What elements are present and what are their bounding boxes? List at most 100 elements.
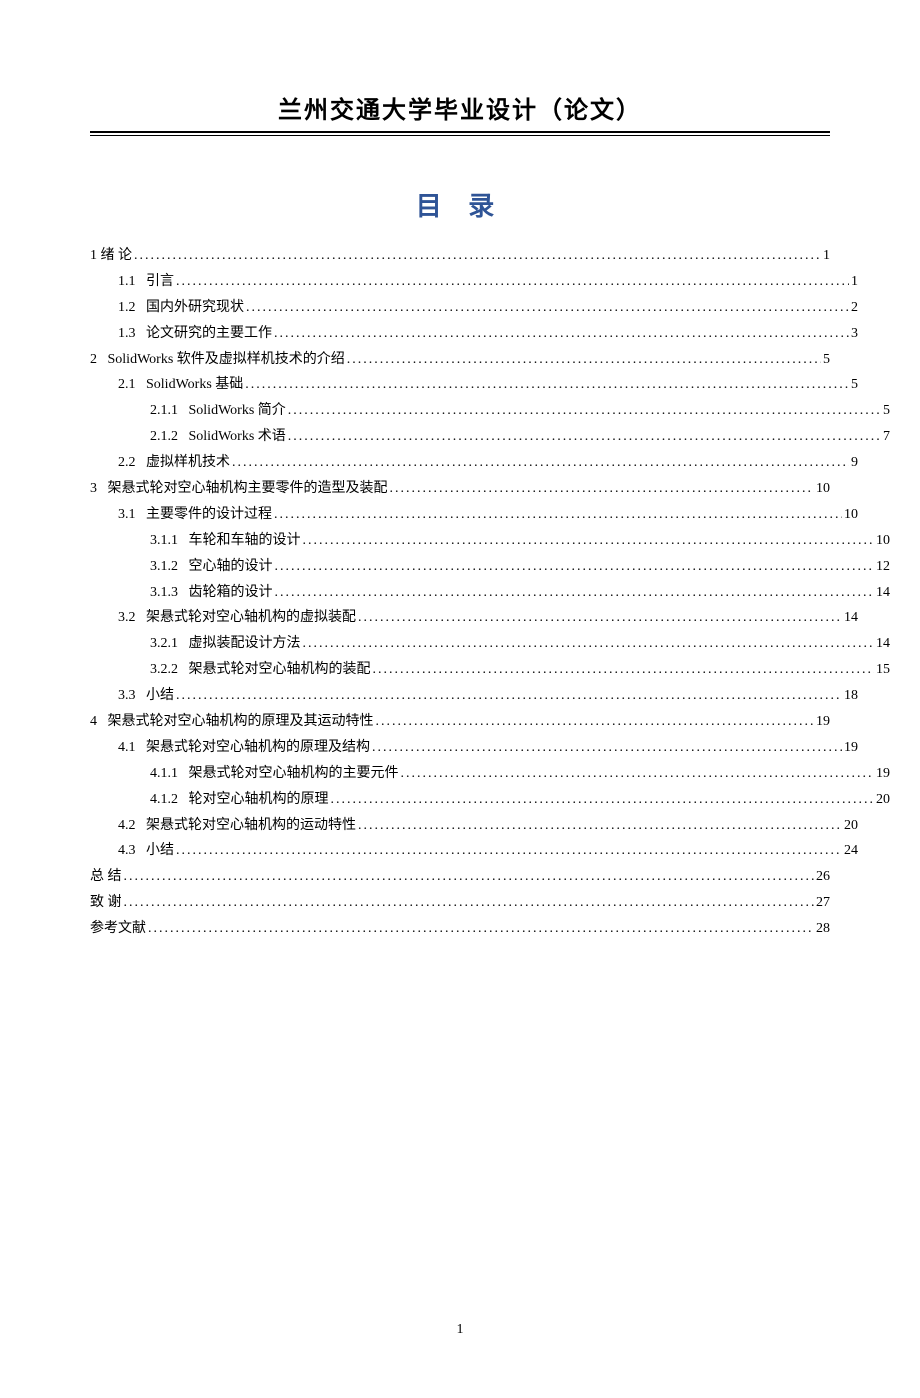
header-rule-thick [90,131,830,133]
toc-entry-label: SolidWorks 软件及虚拟样机技术的介绍 [108,347,347,373]
toc-entry-label: 架悬式轮对空心轴机构主要零件的造型及装配 [108,476,390,502]
toc-entry: 4.2 架悬式轮对空心轴机构的运动特性20 [90,813,858,839]
toc-entry-label: 空心轴的设计 [189,554,275,580]
toc-leader-dots [245,372,849,398]
toc-entry-number: 4.1 [118,735,146,761]
toc-leader-dots [331,787,875,813]
toc-entry-number: 4 [90,709,108,735]
toc-entry: 2.1.2 SolidWorks 术语 7 [90,424,890,450]
toc-leader-dots [372,735,842,761]
toc-entry-number: 3.2 [118,605,146,631]
toc-entry-label: 绪 论 [101,243,135,269]
toc-leader-dots [232,450,849,476]
toc-entry-number: 2.1 [118,372,146,398]
toc-entry-page: 19 [874,761,890,787]
toc-leader-dots [358,813,842,839]
toc-entry-number: 1.3 [118,321,146,347]
toc-entry-number: 1 [90,243,101,269]
toc-entry-label: 小结 [146,683,176,709]
toc-leader-dots [288,398,881,424]
toc-entry-label: SolidWorks 术语 [189,424,288,450]
toc-entry: 2 SolidWorks 软件及虚拟样机技术的介绍5 [90,347,830,373]
toc-entry: 2.1.1 SolidWorks 简介5 [90,398,890,424]
toc-entry-page: 14 [874,631,890,657]
table-of-contents: 1 绪 论11.1 引言11.2 国内外研究现状21.3 论文研究的主要工作32… [90,243,830,942]
toc-leader-dots [274,321,849,347]
toc-entry-number: 2 [90,347,108,373]
toc-entry-number: 3 [90,476,108,502]
toc-entry-page: 19 [814,709,830,735]
toc-leader-dots [275,580,875,606]
toc-entry: 1.3 论文研究的主要工作 3 [90,321,858,347]
toc-entry-label: 论文研究的主要工作 [146,321,274,347]
toc-entry: 2.2 虚拟样机技术9 [90,450,858,476]
toc-entry: 3 架悬式轮对空心轴机构主要零件的造型及装配 10 [90,476,830,502]
toc-entry-page: 18 [842,683,858,709]
toc-entry-number: 4.3 [118,838,146,864]
toc-entry-number: 4.1.1 [150,761,189,787]
toc-entry-label: SolidWorks 简介 [189,398,288,424]
toc-entry-label: 架悬式轮对空心轴机构的装配 [189,657,373,683]
toc-entry-label: SolidWorks 基础 [146,372,245,398]
toc-entry: 3.1.2 空心轴的设计12 [90,554,890,580]
toc-entry-label: 致 谢 [90,890,124,916]
toc-entry-label: 架悬式轮对空心轴机构的原理及其运动特性 [108,709,376,735]
toc-entry-label: 小结 [146,838,176,864]
toc-entry-label: 虚拟装配设计方法 [189,631,303,657]
toc-entry-number: 4.2 [118,813,146,839]
toc-leader-dots [358,605,842,631]
toc-entry: 4 架悬式轮对空心轴机构的原理及其运动特性 19 [90,709,830,735]
toc-entry-label: 架悬式轮对空心轴机构的主要元件 [189,761,401,787]
toc-entry-page: 14 [842,605,858,631]
toc-leader-dots [148,916,814,942]
header-rule-thin [90,135,830,136]
toc-entry-number: 1.1 [118,269,146,295]
toc-entry: 3.3 小结 18 [90,683,858,709]
toc-entry-page: 7 [881,424,890,450]
toc-leader-dots [288,424,881,450]
toc-entry: 4.1.1 架悬式轮对空心轴机构的主要元件 19 [90,761,890,787]
toc-entry: 1 绪 论1 [90,243,830,269]
toc-entry-page: 9 [849,450,858,476]
toc-entry-page: 10 [874,528,890,554]
toc-entry: 致 谢 27 [90,890,830,916]
document-page: 兰州交通大学毕业设计（论文） 目 录 1 绪 论11.1 引言11.2 国内外研… [0,0,920,1398]
toc-entry-page: 14 [874,580,890,606]
toc-entry: 4.3 小结24 [90,838,858,864]
toc-leader-dots [124,890,815,916]
toc-entry-page: 2 [849,295,858,321]
toc-leader-dots [124,864,815,890]
toc-entry-page: 15 [874,657,890,683]
toc-entry-number: 2.1.2 [150,424,189,450]
toc-entry-number: 3.1.1 [150,528,189,554]
toc-entry-page: 10 [842,502,858,528]
toc-entry-number: 3.1.2 [150,554,189,580]
toc-entry: 3.1.3 齿轮箱的设计14 [90,580,890,606]
toc-entry: 3.2 架悬式轮对空心轴机构的虚拟装配 14 [90,605,858,631]
toc-entry: 参考文献28 [90,916,830,942]
toc-entry-label: 架悬式轮对空心轴机构的虚拟装配 [146,605,358,631]
toc-entry-label: 引言 [146,269,176,295]
toc-entry-page: 26 [814,864,830,890]
toc-leader-dots [390,476,815,502]
toc-entry-number: 3.2.2 [150,657,189,683]
page-number: 1 [90,1322,830,1338]
toc-leader-dots [373,657,875,683]
toc-entry-number: 3.3 [118,683,146,709]
toc-leader-dots [303,528,875,554]
toc-entry-number: 3.1 [118,502,146,528]
toc-entry-page: 20 [874,787,890,813]
toc-entry-number: 1.2 [118,295,146,321]
toc-leader-dots [176,269,849,295]
toc-entry-page: 10 [814,476,830,502]
toc-entry-page: 1 [821,243,830,269]
toc-entry-page: 19 [842,735,858,761]
toc-entry-page: 27 [814,890,830,916]
toc-entry: 总 结26 [90,864,830,890]
toc-leader-dots [176,683,842,709]
toc-entry: 3.1.1 车轮和车轴的设计10 [90,528,890,554]
toc-entry: 2.1 SolidWorks 基础5 [90,372,858,398]
toc-entry-page: 3 [849,321,858,347]
toc-entry-page: 20 [842,813,858,839]
toc-leader-dots [347,347,821,373]
